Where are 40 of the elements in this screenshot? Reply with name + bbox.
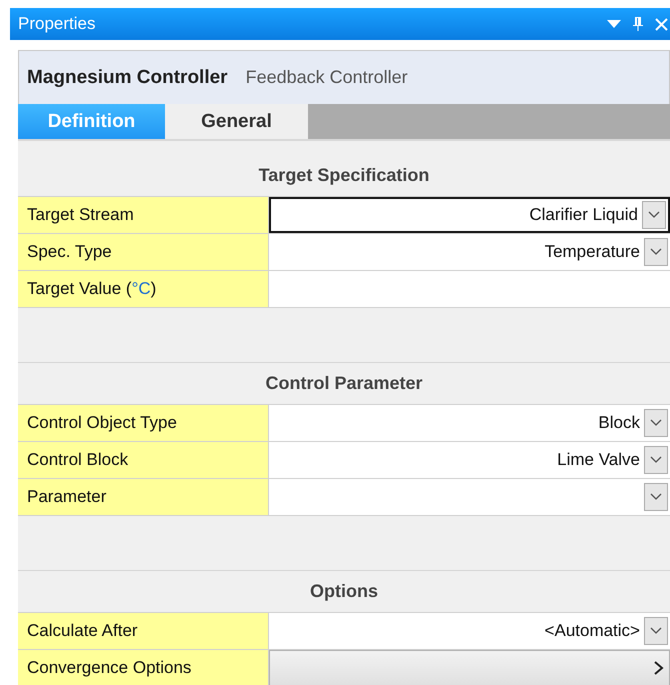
dropdown-field[interactable] <box>269 479 670 515</box>
property-label: Target Value (°C) <box>18 271 269 307</box>
chevron-right-icon <box>653 661 665 675</box>
object-name: Magnesium Controller <box>27 67 228 89</box>
dropdown-button[interactable] <box>644 483 668 511</box>
dropdown-button[interactable] <box>644 409 668 437</box>
object-type: Feedback Controller <box>246 67 408 88</box>
dropdown-field[interactable]: Clarifier Liquid <box>269 197 670 233</box>
property-value: Temperature <box>544 242 640 262</box>
window-title: Properties <box>18 14 96 34</box>
pin-icon[interactable] <box>633 17 643 31</box>
chevron-down-icon <box>650 248 662 256</box>
property-value: Clarifier Liquid <box>529 205 638 225</box>
dropdown-button[interactable] <box>644 238 668 266</box>
dropdown-button[interactable] <box>644 617 668 645</box>
value-field[interactable] <box>269 271 670 307</box>
dropdown-button[interactable] <box>642 201 666 229</box>
dropdown-icon[interactable] <box>607 20 621 28</box>
chevron-down-icon <box>650 419 662 427</box>
chevron-down-icon <box>650 456 662 464</box>
property-label: Calculate After <box>18 613 269 649</box>
chevron-down-icon <box>648 211 660 219</box>
property-label: Control Block <box>18 442 269 478</box>
property-value: <Automatic> <box>544 621 640 641</box>
property-label: Parameter <box>18 479 269 515</box>
chevron-down-icon <box>650 493 662 501</box>
dropdown-field[interactable]: Block <box>269 405 670 441</box>
chevron-down-icon <box>650 627 662 635</box>
dropdown-field[interactable]: <Automatic> <box>269 613 670 649</box>
dropdown-button[interactable] <box>644 446 668 474</box>
close-icon[interactable] <box>655 18 668 30</box>
property-label: Control Object Type <box>18 405 269 441</box>
property-label: Spec. Type <box>18 234 269 270</box>
property-label: Convergence Options <box>18 650 269 685</box>
property-value: Block <box>598 413 640 433</box>
property-label: Target Stream <box>18 197 269 233</box>
tab[interactable]: General <box>165 104 308 139</box>
dropdown-field[interactable]: Lime Valve <box>269 442 670 478</box>
property-value: Lime Valve <box>557 450 640 470</box>
dropdown-field[interactable]: Temperature <box>269 234 670 270</box>
